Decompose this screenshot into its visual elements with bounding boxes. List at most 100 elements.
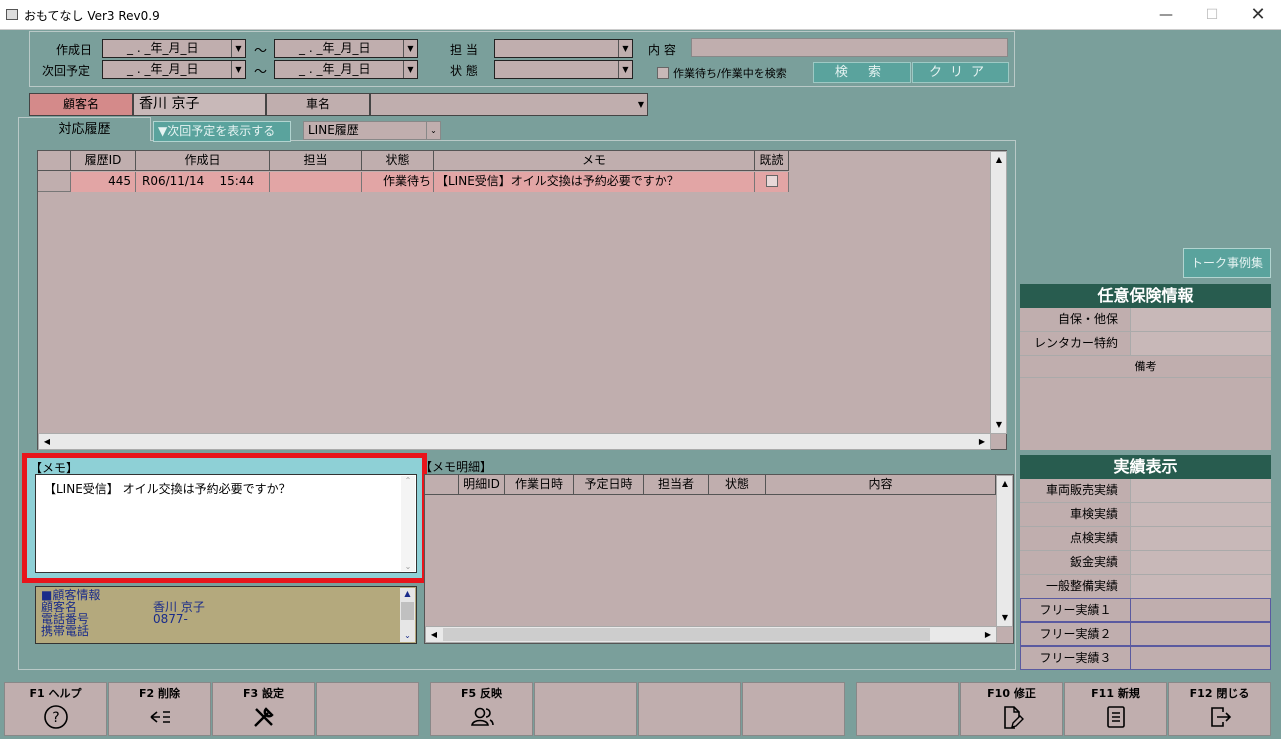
- scroll-up-icon[interactable]: ▲: [991, 152, 1007, 168]
- grid-corner: [425, 475, 459, 495]
- results-value: [1130, 527, 1271, 550]
- title-bar: おもてなし Ver3 Rev0.9 — ☐ ✕: [0, 0, 1281, 30]
- results-row: 鈑金実績: [1020, 551, 1271, 575]
- users-icon: [431, 703, 532, 731]
- f11-new-button[interactable]: F11 新規: [1064, 682, 1167, 736]
- close-button[interactable]: ✕: [1235, 0, 1281, 30]
- scroll-down-icon[interactable]: ▼: [997, 610, 1013, 626]
- chevron-down-icon[interactable]: ▼: [231, 61, 245, 78]
- insurance-row: 自保・他保: [1020, 308, 1271, 332]
- col-header-id[interactable]: 履歴ID: [71, 151, 136, 171]
- chevron-down-icon[interactable]: ⌄: [426, 122, 440, 139]
- car-name-label: 車名: [266, 93, 370, 116]
- chevron-down-icon[interactable]: ▼: [231, 40, 245, 57]
- scroll-left-icon[interactable]: ◀: [39, 434, 55, 450]
- range-tilde: 〜: [254, 44, 268, 59]
- read-checkbox[interactable]: [766, 175, 778, 187]
- scroll-up-icon[interactable]: ▲: [997, 476, 1013, 492]
- maximize-button[interactable]: ☐: [1189, 0, 1235, 30]
- f12-close-button[interactable]: F12 閉じる: [1168, 682, 1271, 736]
- chevron-down-icon[interactable]: ▼: [618, 61, 632, 78]
- clear-button[interactable]: クリア: [912, 62, 1009, 83]
- col-header-work-datetime[interactable]: 作業日時: [505, 475, 574, 495]
- tab-history[interactable]: 対応履歴: [18, 117, 151, 141]
- col-header-read[interactable]: 既読: [755, 151, 789, 171]
- scroll-thumb[interactable]: [401, 602, 414, 620]
- empty-function-key[interactable]: [638, 682, 741, 736]
- f1-help-button[interactable]: F1 ヘルプ ?: [4, 682, 107, 736]
- scroll-down-icon[interactable]: ⌄: [400, 630, 415, 642]
- free-results-row: フリー実績２: [1020, 622, 1271, 646]
- svg-text:?: ?: [52, 710, 59, 726]
- customer-info-scrollbar[interactable]: ▲ ⌄: [400, 588, 415, 642]
- f10-edit-button[interactable]: F10 修正: [960, 682, 1063, 736]
- col-header-status[interactable]: 状態: [709, 475, 766, 495]
- row-selector[interactable]: [38, 172, 71, 192]
- chevron-down-icon[interactable]: ▼: [403, 40, 417, 57]
- results-row: 車検実績: [1020, 503, 1271, 527]
- empty-function-key[interactable]: [856, 682, 959, 736]
- pending-checkbox[interactable]: [657, 67, 669, 79]
- free-results-row: フリー実績３: [1020, 646, 1271, 670]
- content-input[interactable]: [691, 38, 1008, 57]
- horizontal-scrollbar[interactable]: ◀ ▶: [38, 433, 991, 450]
- f3-settings-button[interactable]: F3 設定: [212, 682, 315, 736]
- horizontal-scrollbar[interactable]: ◀ ▶: [425, 626, 997, 643]
- free-results-row: フリー実績１: [1020, 598, 1271, 622]
- table-cell-staff[interactable]: [270, 172, 362, 192]
- scroll-right-icon[interactable]: ▶: [974, 434, 990, 450]
- next-from-date[interactable]: _ . _年_月_日 ▼: [102, 60, 246, 79]
- col-header-plan-datetime[interactable]: 予定日時: [574, 475, 644, 495]
- talk-examples-button[interactable]: トーク事例集: [1183, 248, 1271, 278]
- created-from-date[interactable]: _ . _年_月_日 ▼: [102, 39, 246, 58]
- delete-icon: [109, 703, 210, 731]
- table-cell-id[interactable]: 445: [71, 172, 136, 192]
- next-to-date[interactable]: _ . _年_月_日 ▼: [274, 60, 418, 79]
- line-history-select[interactable]: LINE履歴 ⌄: [303, 121, 441, 140]
- scroll-right-icon[interactable]: ▶: [980, 627, 996, 643]
- scroll-thumb[interactable]: [443, 628, 930, 641]
- table-cell-read[interactable]: [755, 172, 789, 192]
- results-value: [1130, 503, 1271, 526]
- scroll-down-icon[interactable]: ▼: [991, 417, 1007, 433]
- f2-delete-button[interactable]: F2 削除: [108, 682, 211, 736]
- scroll-left-icon[interactable]: ◀: [426, 627, 442, 643]
- results-title: 実績表示: [1020, 455, 1271, 479]
- col-header-content[interactable]: 内容: [766, 475, 996, 495]
- chevron-down-icon[interactable]: ▼: [618, 40, 632, 57]
- vertical-scrollbar[interactable]: ▲ ▼: [996, 475, 1013, 627]
- col-header-staff[interactable]: 担当: [270, 151, 362, 171]
- col-header-memo[interactable]: メモ: [434, 151, 755, 171]
- customer-name-value[interactable]: 香川 京子: [133, 93, 266, 116]
- show-next-schedule-button[interactable]: ▼次回予定を表示する: [153, 121, 291, 142]
- memo-detail-grid: 明細ID 作業日時 予定日時 担当者 状態 内容 ▲ ▼ ◀ ▶: [424, 474, 1014, 644]
- edit-document-icon: [961, 703, 1062, 731]
- f5-apply-button[interactable]: F5 反映: [430, 682, 533, 736]
- col-header-date[interactable]: 作成日: [136, 151, 270, 171]
- empty-function-key[interactable]: [316, 682, 419, 736]
- content-label: 内 容: [648, 43, 676, 57]
- next-date-label: 次回予定: [42, 64, 91, 78]
- empty-function-key[interactable]: [534, 682, 637, 736]
- car-name-select[interactable]: ▼: [370, 93, 648, 116]
- created-date-label: 作成日: [56, 43, 93, 57]
- col-header-status[interactable]: 状態: [362, 151, 434, 171]
- table-cell-date[interactable]: R06/11/14 15:44: [136, 172, 270, 192]
- col-header-staff[interactable]: 担当者: [644, 475, 709, 495]
- chevron-down-icon[interactable]: ▼: [403, 61, 417, 78]
- remarks-label: 備考: [1020, 356, 1271, 378]
- table-cell-memo[interactable]: 【LINE受信】オイル交換は予約必要ですか？: [434, 172, 755, 192]
- table-cell-status[interactable]: 作業待ち: [362, 172, 434, 192]
- col-header-detail-id[interactable]: 明細ID: [459, 475, 505, 495]
- scroll-up-icon[interactable]: ▲: [400, 588, 415, 600]
- chevron-down-icon[interactable]: ▼: [638, 94, 644, 115]
- search-button[interactable]: 検 索: [813, 62, 911, 83]
- empty-function-key[interactable]: [742, 682, 845, 736]
- vertical-scrollbar[interactable]: ▲ ▼: [990, 151, 1007, 434]
- staff-select[interactable]: ▼: [494, 39, 633, 58]
- status-select[interactable]: ▼: [494, 60, 633, 79]
- insurance-row: レンタカー特約: [1020, 332, 1271, 356]
- minimize-button[interactable]: —: [1143, 0, 1189, 30]
- pending-checkbox-label: 作業待ち/作業中を検索: [673, 67, 787, 80]
- created-to-date[interactable]: _ . _年_月_日 ▼: [274, 39, 418, 58]
